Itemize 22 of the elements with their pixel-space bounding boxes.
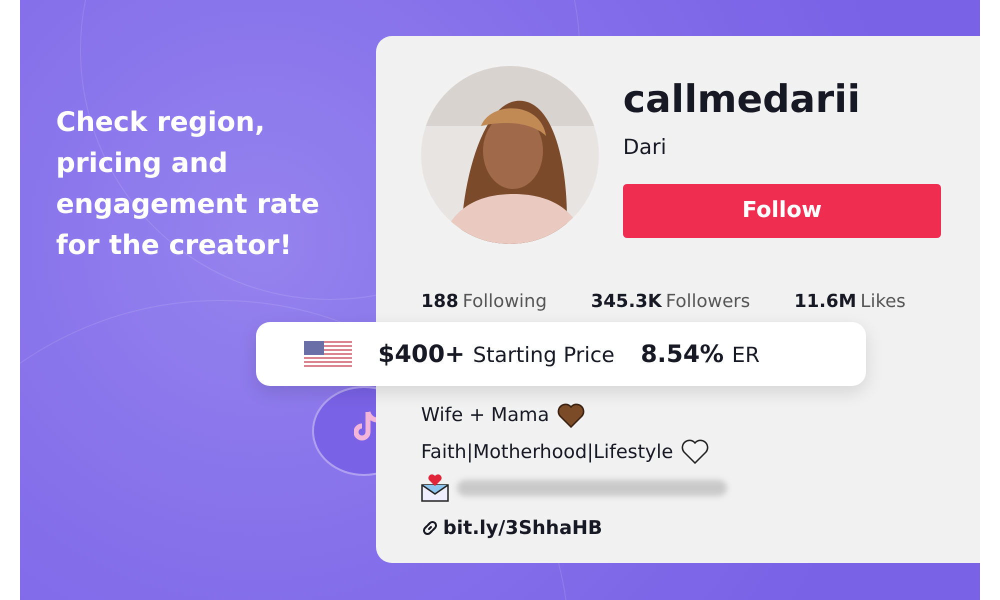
stat-value: 345.3K (590, 290, 662, 314)
headline: Check region, pricing and engagement rate for the creator! (56, 106, 320, 263)
bio-text: Wife + Mama (421, 403, 550, 428)
envelope-icon (421, 474, 449, 502)
stat-label: Likes (860, 290, 906, 314)
stat-label: Following (462, 290, 547, 314)
price-value: $400+ (378, 339, 465, 370)
bio-text: Faith|Motherhood|Lifestyle (421, 440, 674, 464)
stat-label: Followers (666, 290, 750, 314)
username: callmedarii (623, 80, 862, 118)
heart-icon (681, 439, 710, 464)
display-name: Dari (623, 134, 668, 161)
price-label: Starting Price (472, 342, 615, 369)
profile-link[interactable]: bit.ly/3ShhaHB (421, 514, 980, 542)
heart-icon (557, 402, 586, 428)
price-value: 8.54% (640, 339, 724, 370)
follow-button[interactable]: Follow (623, 184, 941, 238)
flag-icon (304, 341, 352, 367)
price-label: ER (732, 342, 760, 369)
link-icon (421, 519, 439, 538)
stat-value: 188 (421, 290, 459, 314)
stat-value: 11.6M (794, 290, 856, 314)
